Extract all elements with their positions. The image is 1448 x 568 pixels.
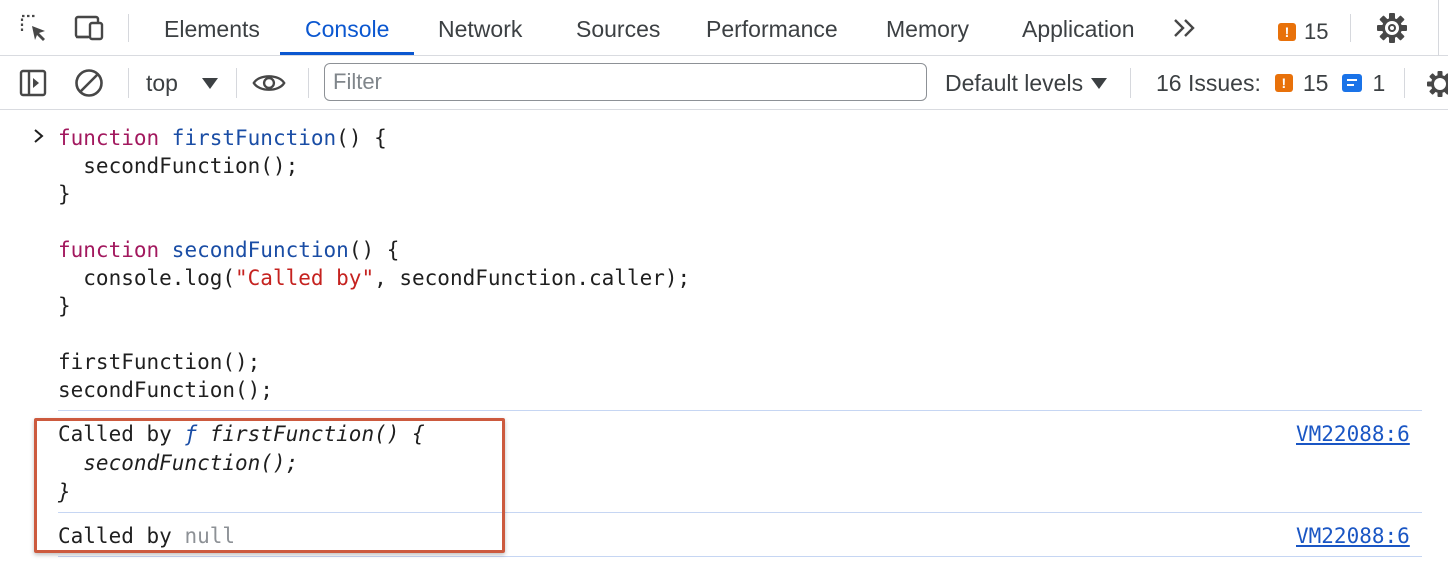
code-text: () { <box>336 126 387 150</box>
levels-dropdown-caret-icon <box>1091 77 1108 89</box>
code-line: secondFunction(); <box>58 378 273 402</box>
devtools-tab-bar: Elements Console Network Sources Perform… <box>0 0 1448 56</box>
code-keyword: function <box>58 126 172 150</box>
source-link[interactable]: VM22088:6 <box>1296 420 1410 448</box>
clear-console-icon[interactable] <box>72 66 106 100</box>
console-output[interactable]: function firstFunction() { secondFunctio… <box>0 110 1448 568</box>
tab-network[interactable]: Network <box>438 0 522 56</box>
tab-sources[interactable]: Sources <box>576 0 660 56</box>
issues-badge-count: 15 <box>1304 19 1329 44</box>
highlight-annotation-box <box>34 418 505 553</box>
code-text: () { <box>348 238 400 262</box>
code-line: console.log("Called by", secondFunction.… <box>58 264 690 292</box>
console-settings-gear-icon[interactable] <box>1424 68 1448 100</box>
settings-gear-icon[interactable] <box>1374 10 1410 46</box>
warning-icon: ! <box>1278 23 1296 41</box>
source-link[interactable]: VM22088:6 <box>1296 522 1410 550</box>
warning-icon: ! <box>1274 74 1293 92</box>
tab-bar-right-edge <box>1438 0 1439 56</box>
toolbar-separator <box>1404 68 1405 98</box>
toolbar-separator <box>236 68 237 98</box>
context-selector-value: top <box>146 69 178 96</box>
tab-memory[interactable]: Memory <box>886 0 969 56</box>
message-separator <box>58 410 1422 411</box>
filter-input[interactable] <box>324 63 927 101</box>
code-function-name: firstFunction <box>171 126 337 150</box>
context-dropdown-caret-icon <box>201 77 218 89</box>
code-text: console.log( <box>58 266 236 290</box>
code-keyword: function <box>58 238 172 262</box>
issues-badge[interactable]: ! 15 <box>1278 18 1328 46</box>
tab-console[interactable]: Console <box>305 0 389 56</box>
code-text: , secondFunction.caller); <box>374 266 691 290</box>
code-line: secondFunction(); <box>58 154 299 178</box>
inspect-element-icon[interactable] <box>18 12 50 44</box>
toolbar-separator <box>128 68 129 98</box>
toolbar-separator <box>308 68 309 98</box>
issues-warning-count: 15 <box>1302 69 1329 96</box>
tab-bar-separator <box>1350 14 1351 42</box>
code-line: } <box>58 182 71 206</box>
tab-elements[interactable]: Elements <box>164 0 260 56</box>
issues-summary-label: 16 Issues: <box>1156 69 1261 96</box>
device-toolbar-icon[interactable] <box>74 12 106 44</box>
log-levels-label: Default levels <box>945 69 1084 96</box>
issues-info-count: 1 <box>1372 69 1386 96</box>
code-line: function firstFunction() { <box>58 124 387 152</box>
message-separator <box>58 556 1422 557</box>
input-prompt-chevron-icon <box>34 129 44 143</box>
issues-summary-button[interactable]: 16 Issues: ! 15 1 <box>1156 66 1385 100</box>
more-tabs-icon[interactable] <box>1170 14 1200 42</box>
context-selector[interactable]: top <box>146 66 218 100</box>
info-message-icon <box>1342 74 1363 92</box>
code-line: firstFunction(); <box>58 350 261 374</box>
tab-application[interactable]: Application <box>1022 0 1135 56</box>
code-string: "Called by" <box>235 266 375 290</box>
sidebar-toggle-icon[interactable] <box>16 66 50 100</box>
tab-bar-separator <box>128 14 129 42</box>
console-toolbar: top Default levels 16 Issues: ! 15 1 <box>0 56 1448 110</box>
toolbar-separator <box>1130 68 1131 98</box>
tab-performance[interactable]: Performance <box>706 0 838 56</box>
active-tab-underline <box>280 52 414 55</box>
code-line: function secondFunction() { <box>58 236 399 264</box>
code-line: } <box>58 294 71 318</box>
log-levels-dropdown[interactable]: Default levels <box>945 66 1108 100</box>
live-expression-eye-icon[interactable] <box>252 66 286 100</box>
code-function-name: secondFunction <box>171 238 349 262</box>
